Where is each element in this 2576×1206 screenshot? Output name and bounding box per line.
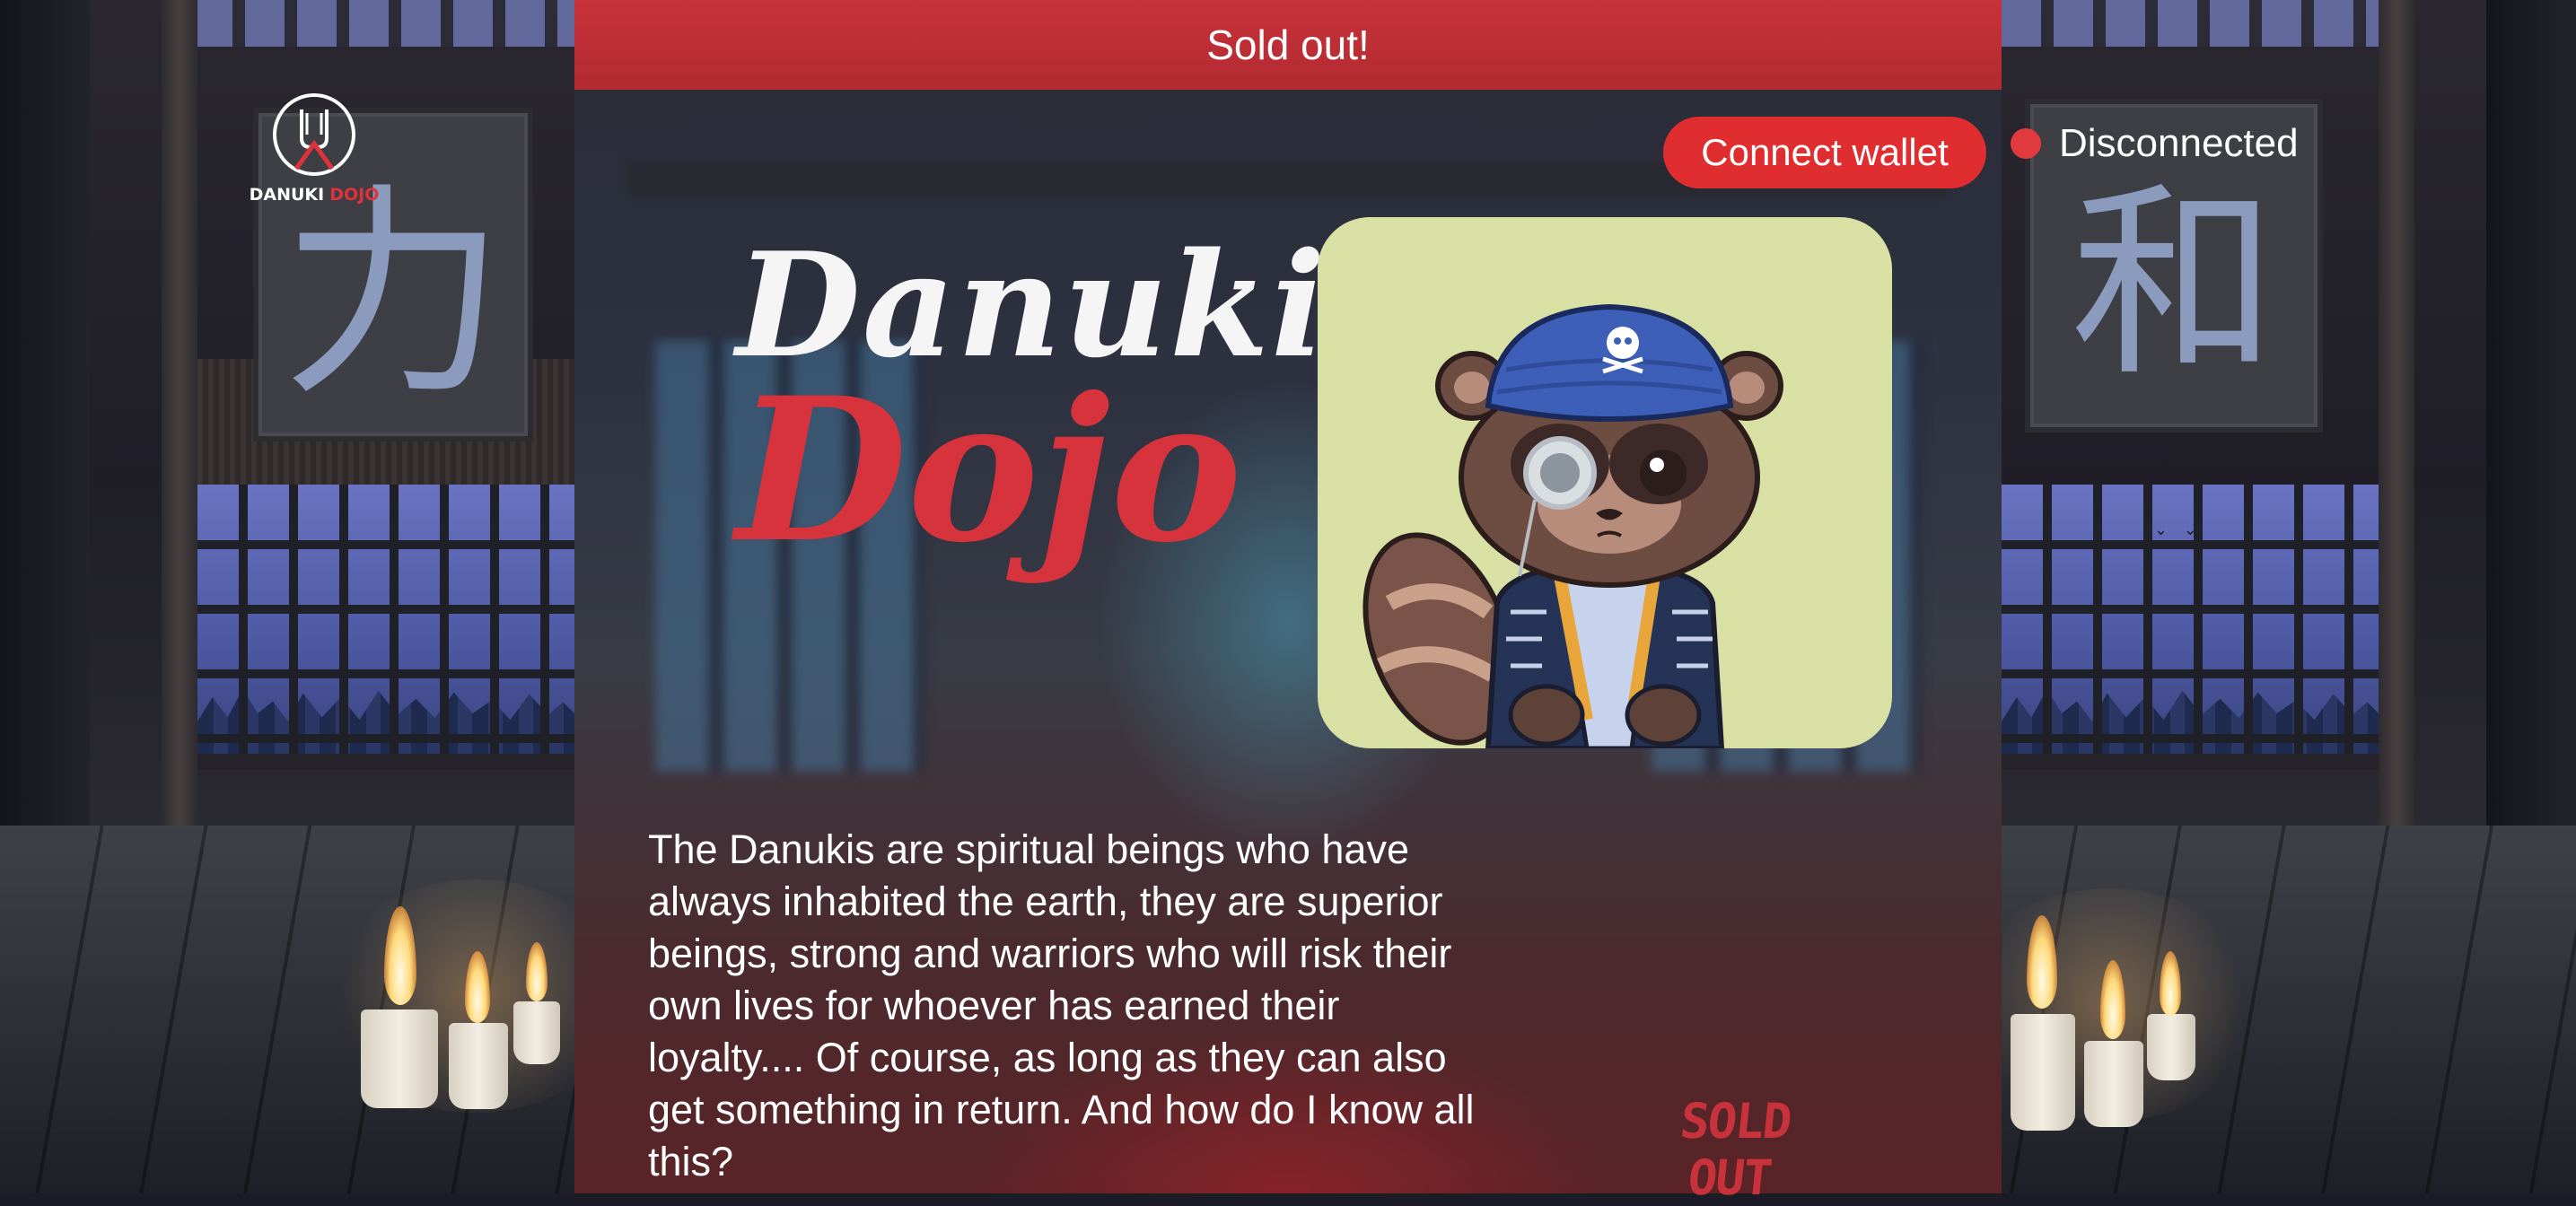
tanuki-nft-icon (1362, 303, 1783, 748)
logo-text: DANUKI DOJO (250, 185, 380, 205)
logo-text-red: DOJO (329, 185, 380, 205)
title-line-2: Dojo (736, 354, 1242, 586)
status-dot-icon (2011, 128, 2041, 159)
candle-icon (2011, 1014, 2075, 1131)
left-window (197, 485, 574, 754)
wallet-status: Disconnected (2011, 121, 2299, 166)
sold-out-banner: Sold out! (574, 0, 2002, 90)
candle-icon (449, 1023, 508, 1109)
lore-paragraph: The Danukis are spiritual beings who hav… (648, 826, 1475, 1184)
connect-wallet-button[interactable]: Connect wallet (1663, 117, 1986, 188)
sold-out-label: SOLD OUT (1677, 1093, 1793, 1206)
right-pillar (2379, 0, 2414, 835)
right-sill (2002, 754, 2379, 770)
banner-text: Sold out! (1206, 22, 1370, 68)
candle-icon (361, 1009, 438, 1108)
nft-preview-card (1318, 217, 1892, 748)
page-title: Danuki Dojo (736, 233, 1326, 586)
logo-text-white: DANUKI (249, 185, 325, 205)
left-top-window (193, 0, 574, 47)
left-sill (197, 754, 574, 770)
site-logo[interactable]: DANUKI DOJO (250, 90, 379, 205)
status-text: Disconnected (2059, 121, 2299, 165)
candle-icon (2147, 1014, 2195, 1080)
right-window: ⌄ ⌄ (2002, 485, 2379, 754)
candle-icon (2084, 1041, 2143, 1127)
candle-icon (513, 1001, 560, 1064)
right-top-window (2002, 0, 2383, 47)
dojo-logo-icon (273, 93, 355, 176)
left-pillar (162, 0, 197, 835)
